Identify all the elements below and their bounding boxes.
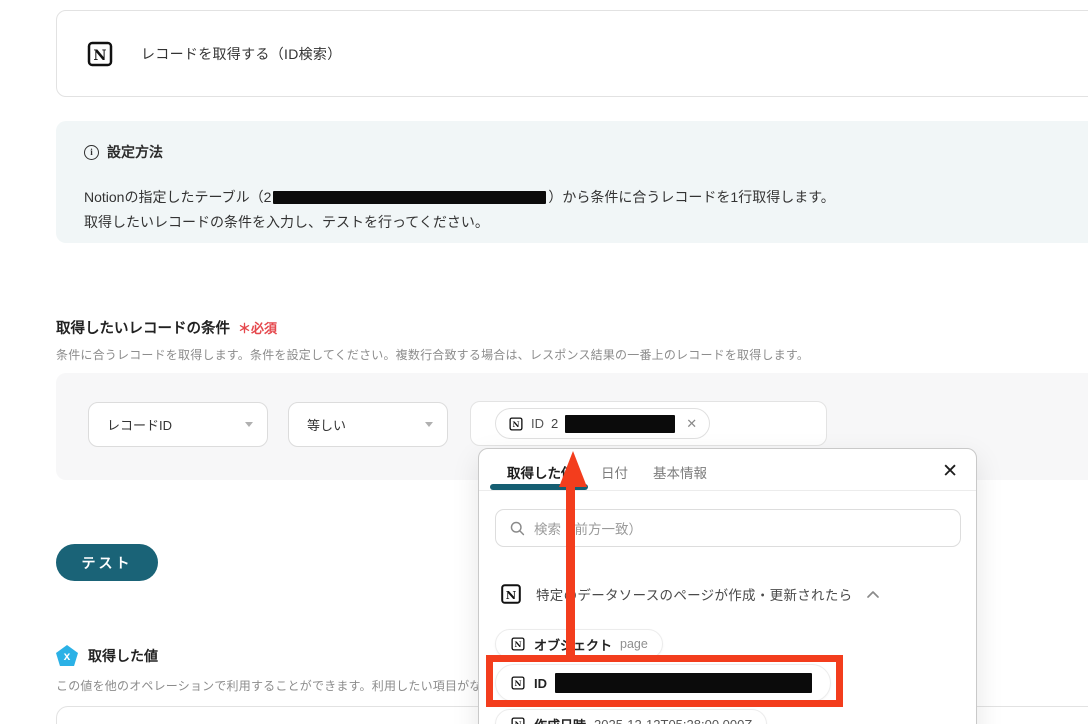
list-item-value: page: [620, 637, 648, 651]
chevron-down-icon: [425, 422, 433, 427]
value-picker-popup: 取得した値 日付 基本情報 ✕ 検索（前方一致） N 特定のデータソースのページ…: [478, 448, 977, 724]
operation-header-card[interactable]: N レコードを取得する（ID検索）: [56, 10, 1088, 97]
required-badge: ＊必須: [238, 321, 278, 336]
svg-text:N: N: [506, 588, 517, 602]
notion-icon: N: [510, 675, 526, 691]
info-heading-row: i 設定方法: [84, 142, 1088, 162]
result-section-heading: x 取得した値: [56, 645, 158, 666]
tab-divider: [479, 490, 976, 491]
notion-icon: N: [510, 716, 526, 724]
tab-retrieved-values[interactable]: 取得した値: [507, 462, 575, 482]
field-select-value: レコードID: [107, 418, 173, 433]
redacted-table-id: [273, 190, 547, 204]
page: N レコードを取得する（ID検索） i 設定方法 Notionの指定したテーブル…: [0, 0, 1088, 724]
chevron-up-icon[interactable]: [866, 590, 880, 599]
svg-text:N: N: [513, 420, 520, 429]
operator-select[interactable]: 等しい: [288, 402, 448, 447]
notion-icon: N: [508, 416, 524, 432]
close-icon[interactable]: ✕: [942, 460, 958, 483]
list-item-created-at[interactable]: N 作成日時 2025-12-12T05:28:00.000Z: [495, 709, 768, 724]
search-input[interactable]: 検索（前方一致）: [495, 509, 961, 547]
svg-text:N: N: [93, 48, 106, 64]
condition-value-input[interactable]: N ID 2 ✕: [470, 401, 827, 446]
svg-text:N: N: [515, 640, 522, 649]
list-item-label: ID: [534, 675, 547, 691]
redacted-id-value: [555, 673, 812, 693]
info-icon: i: [84, 144, 99, 160]
test-button[interactable]: テスト: [56, 544, 158, 581]
group-header-label: 特定のデータソースのページが作成・更新されたら: [536, 588, 853, 603]
chip-remove-icon[interactable]: ✕: [686, 417, 697, 430]
chevron-down-icon: [245, 422, 253, 427]
condition-label: 取得したいレコードの条件: [56, 321, 230, 337]
svg-text:N: N: [515, 679, 522, 688]
info-line-1: Notionの指定したテーブル（2 ）から条件に合うレコードを1行取得します。: [84, 187, 1088, 208]
operator-select-value: 等しい: [307, 418, 347, 433]
info-line1-suffix: ）から条件に合うレコードを1行取得します。: [548, 189, 835, 205]
info-line-2: 取得したいレコードの条件を入力し、テストを行ってください。: [84, 214, 489, 230]
svg-text:N: N: [515, 720, 522, 724]
info-heading: 設定方法: [107, 144, 163, 160]
value-chip-prefix: 2: [551, 416, 559, 431]
field-select[interactable]: レコードID: [88, 402, 268, 447]
notion-icon: N: [499, 582, 523, 606]
tab-basic-info[interactable]: 基本情報: [653, 462, 707, 482]
tab-date[interactable]: 日付: [601, 462, 628, 482]
list-item-label: 作成日時: [534, 715, 586, 724]
list-item-object[interactable]: N オブジェクト page: [495, 629, 663, 659]
trigger-group-header[interactable]: N 特定のデータソースのページが作成・更新されたら: [499, 579, 959, 609]
condition-section-heading: 取得したいレコードの条件 ＊必須: [56, 317, 277, 338]
redacted-chip-value: [565, 414, 676, 433]
list-item-value: 2025-12-12T05:28:00.000Z: [594, 716, 753, 724]
popup-tab-row: 取得した値 日付 基本情報 ✕: [479, 449, 976, 490]
value-chip[interactable]: N ID 2 ✕: [495, 408, 711, 439]
search-icon: [510, 521, 525, 535]
list-item-label: オブジェクト: [534, 637, 613, 653]
condition-description: 条件に合うレコードを取得します。条件を設定してください。複数行合致する場合は、レ…: [56, 348, 810, 362]
value-chip-label: ID: [531, 416, 544, 431]
result-title: 取得した値: [88, 647, 158, 664]
list-item-id[interactable]: N ID: [495, 664, 831, 702]
info-line1-prefix: Notionの指定したテーブル（2: [84, 189, 272, 205]
retrieved-value-badge-icon: x: [56, 645, 78, 666]
notion-icon: N: [510, 636, 526, 652]
notion-icon: N: [85, 39, 115, 69]
search-placeholder: 検索（前方一致）: [534, 522, 642, 537]
setup-info-box: i 設定方法 Notionの指定したテーブル（2 ）から条件に合うレコードを1行取…: [56, 121, 1088, 243]
operation-title: レコードを取得する（ID検索）: [141, 45, 342, 62]
